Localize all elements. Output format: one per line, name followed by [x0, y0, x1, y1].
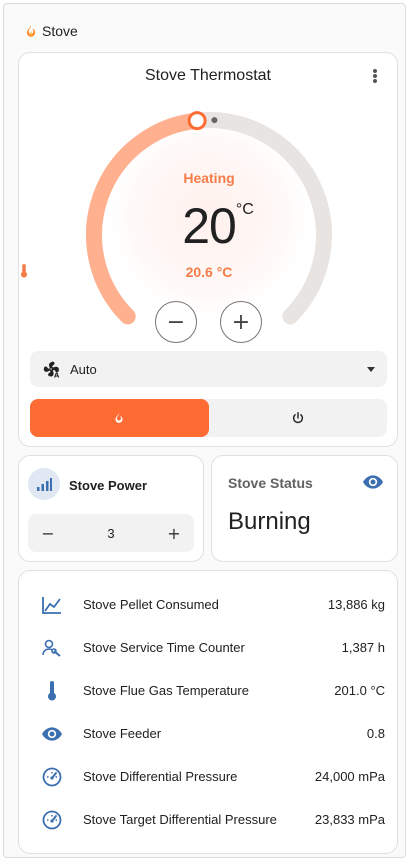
gauge-icon	[42, 810, 62, 829]
thermometer-icon	[20, 264, 28, 278]
fire-icon	[115, 413, 123, 423]
sensor-name: Stove Target Differential Pressure	[83, 812, 277, 827]
fan-mode-select[interactable]: A Auto	[30, 351, 387, 387]
sensor-name: Stove Service Time Counter	[83, 640, 245, 655]
chart-line-icon	[42, 596, 61, 614]
signal-icon	[28, 468, 60, 500]
sensor-row-target-diff-pressure[interactable]: Stove Target Differential Pressure 23,83…	[19, 798, 399, 841]
heat-mode-button[interactable]	[30, 399, 209, 437]
hvac-mode-toggle	[30, 399, 387, 437]
sensor-name: Stove Feeder	[83, 726, 162, 741]
sensor-name: Stove Pellet Consumed	[83, 597, 219, 612]
current-temperature: 20.6 °C	[19, 264, 399, 280]
stove-status-title: Stove Status	[228, 475, 313, 491]
sensor-row-feeder[interactable]: Stove Feeder 0.8	[19, 712, 399, 755]
current-temp-marker	[211, 117, 218, 124]
fan-mode-value: Auto	[70, 361, 97, 377]
target-temperature: 20 °C	[19, 197, 399, 255]
section-title: Stove	[42, 23, 78, 39]
decrease-temperature-button[interactable]: −	[155, 301, 197, 343]
thermostat-dial[interactable]: Heating 20 °C 20.6 °C	[19, 53, 399, 353]
increase-temperature-button[interactable]: +	[220, 301, 262, 343]
power-decrease-button[interactable]: −	[38, 524, 58, 543]
sensor-value: 201.0 °C	[334, 683, 385, 698]
dashboard-panel: Stove Stove Thermostat Heating 20 °C 20.…	[3, 3, 406, 858]
sensor-row-service-time[interactable]: Stove Service Time Counter 1,387 h	[19, 626, 399, 669]
sensor-name: Stove Differential Pressure	[83, 769, 238, 784]
power-stepper: − 3 +	[28, 514, 194, 552]
sensor-value: 23,833 mPa	[314, 812, 385, 827]
power-icon	[292, 412, 303, 424]
fan-auto-icon: A	[43, 361, 60, 378]
sensor-row-flue-gas[interactable]: Stove Flue Gas Temperature 201.0 °C	[19, 669, 399, 712]
sensor-row-diff-pressure[interactable]: Stove Differential Pressure 24,000 mPa	[19, 755, 399, 798]
sensor-row-pellet[interactable]: Stove Pellet Consumed 13,886 kg	[19, 583, 399, 626]
current-temp-value: 20.6 °C	[185, 264, 233, 280]
sensors-card: Stove Pellet Consumed 13,886 kg Stove Se…	[18, 570, 398, 854]
sensor-value: 13,886 kg	[327, 597, 385, 612]
stove-power-title: Stove Power	[69, 478, 148, 493]
chevron-down-icon	[367, 366, 375, 372]
thermometer-icon	[48, 680, 56, 700]
sensor-value: 24,000 mPa	[314, 769, 385, 784]
hvac-action: Heating	[183, 170, 235, 186]
sensor-value: 0.8	[366, 726, 385, 741]
target-value: 20	[182, 198, 237, 254]
stove-power-card: Stove Power − 3 +	[18, 455, 204, 562]
target-unit: °C	[235, 201, 254, 218]
gauge-icon	[42, 767, 62, 786]
eye-icon	[363, 475, 383, 489]
target-handle	[187, 111, 207, 131]
sensor-name: Stove Flue Gas Temperature	[83, 683, 249, 698]
section-header: Stove	[24, 22, 78, 40]
thermostat-card: Stove Thermostat Heating 20 °C 20.6 °C −…	[18, 52, 398, 447]
fire-icon	[26, 25, 36, 37]
sensor-value: 1,387 h	[341, 640, 385, 655]
svg-text:A: A	[54, 371, 60, 378]
eye-icon	[42, 726, 62, 741]
power-value: 3	[107, 525, 115, 541]
stove-status-value: Burning	[228, 508, 311, 535]
account-wrench-icon	[42, 639, 61, 657]
stove-status-card[interactable]: Stove Status Burning	[211, 455, 398, 562]
power-increase-button[interactable]: +	[164, 524, 184, 543]
off-mode-button[interactable]	[209, 399, 388, 437]
